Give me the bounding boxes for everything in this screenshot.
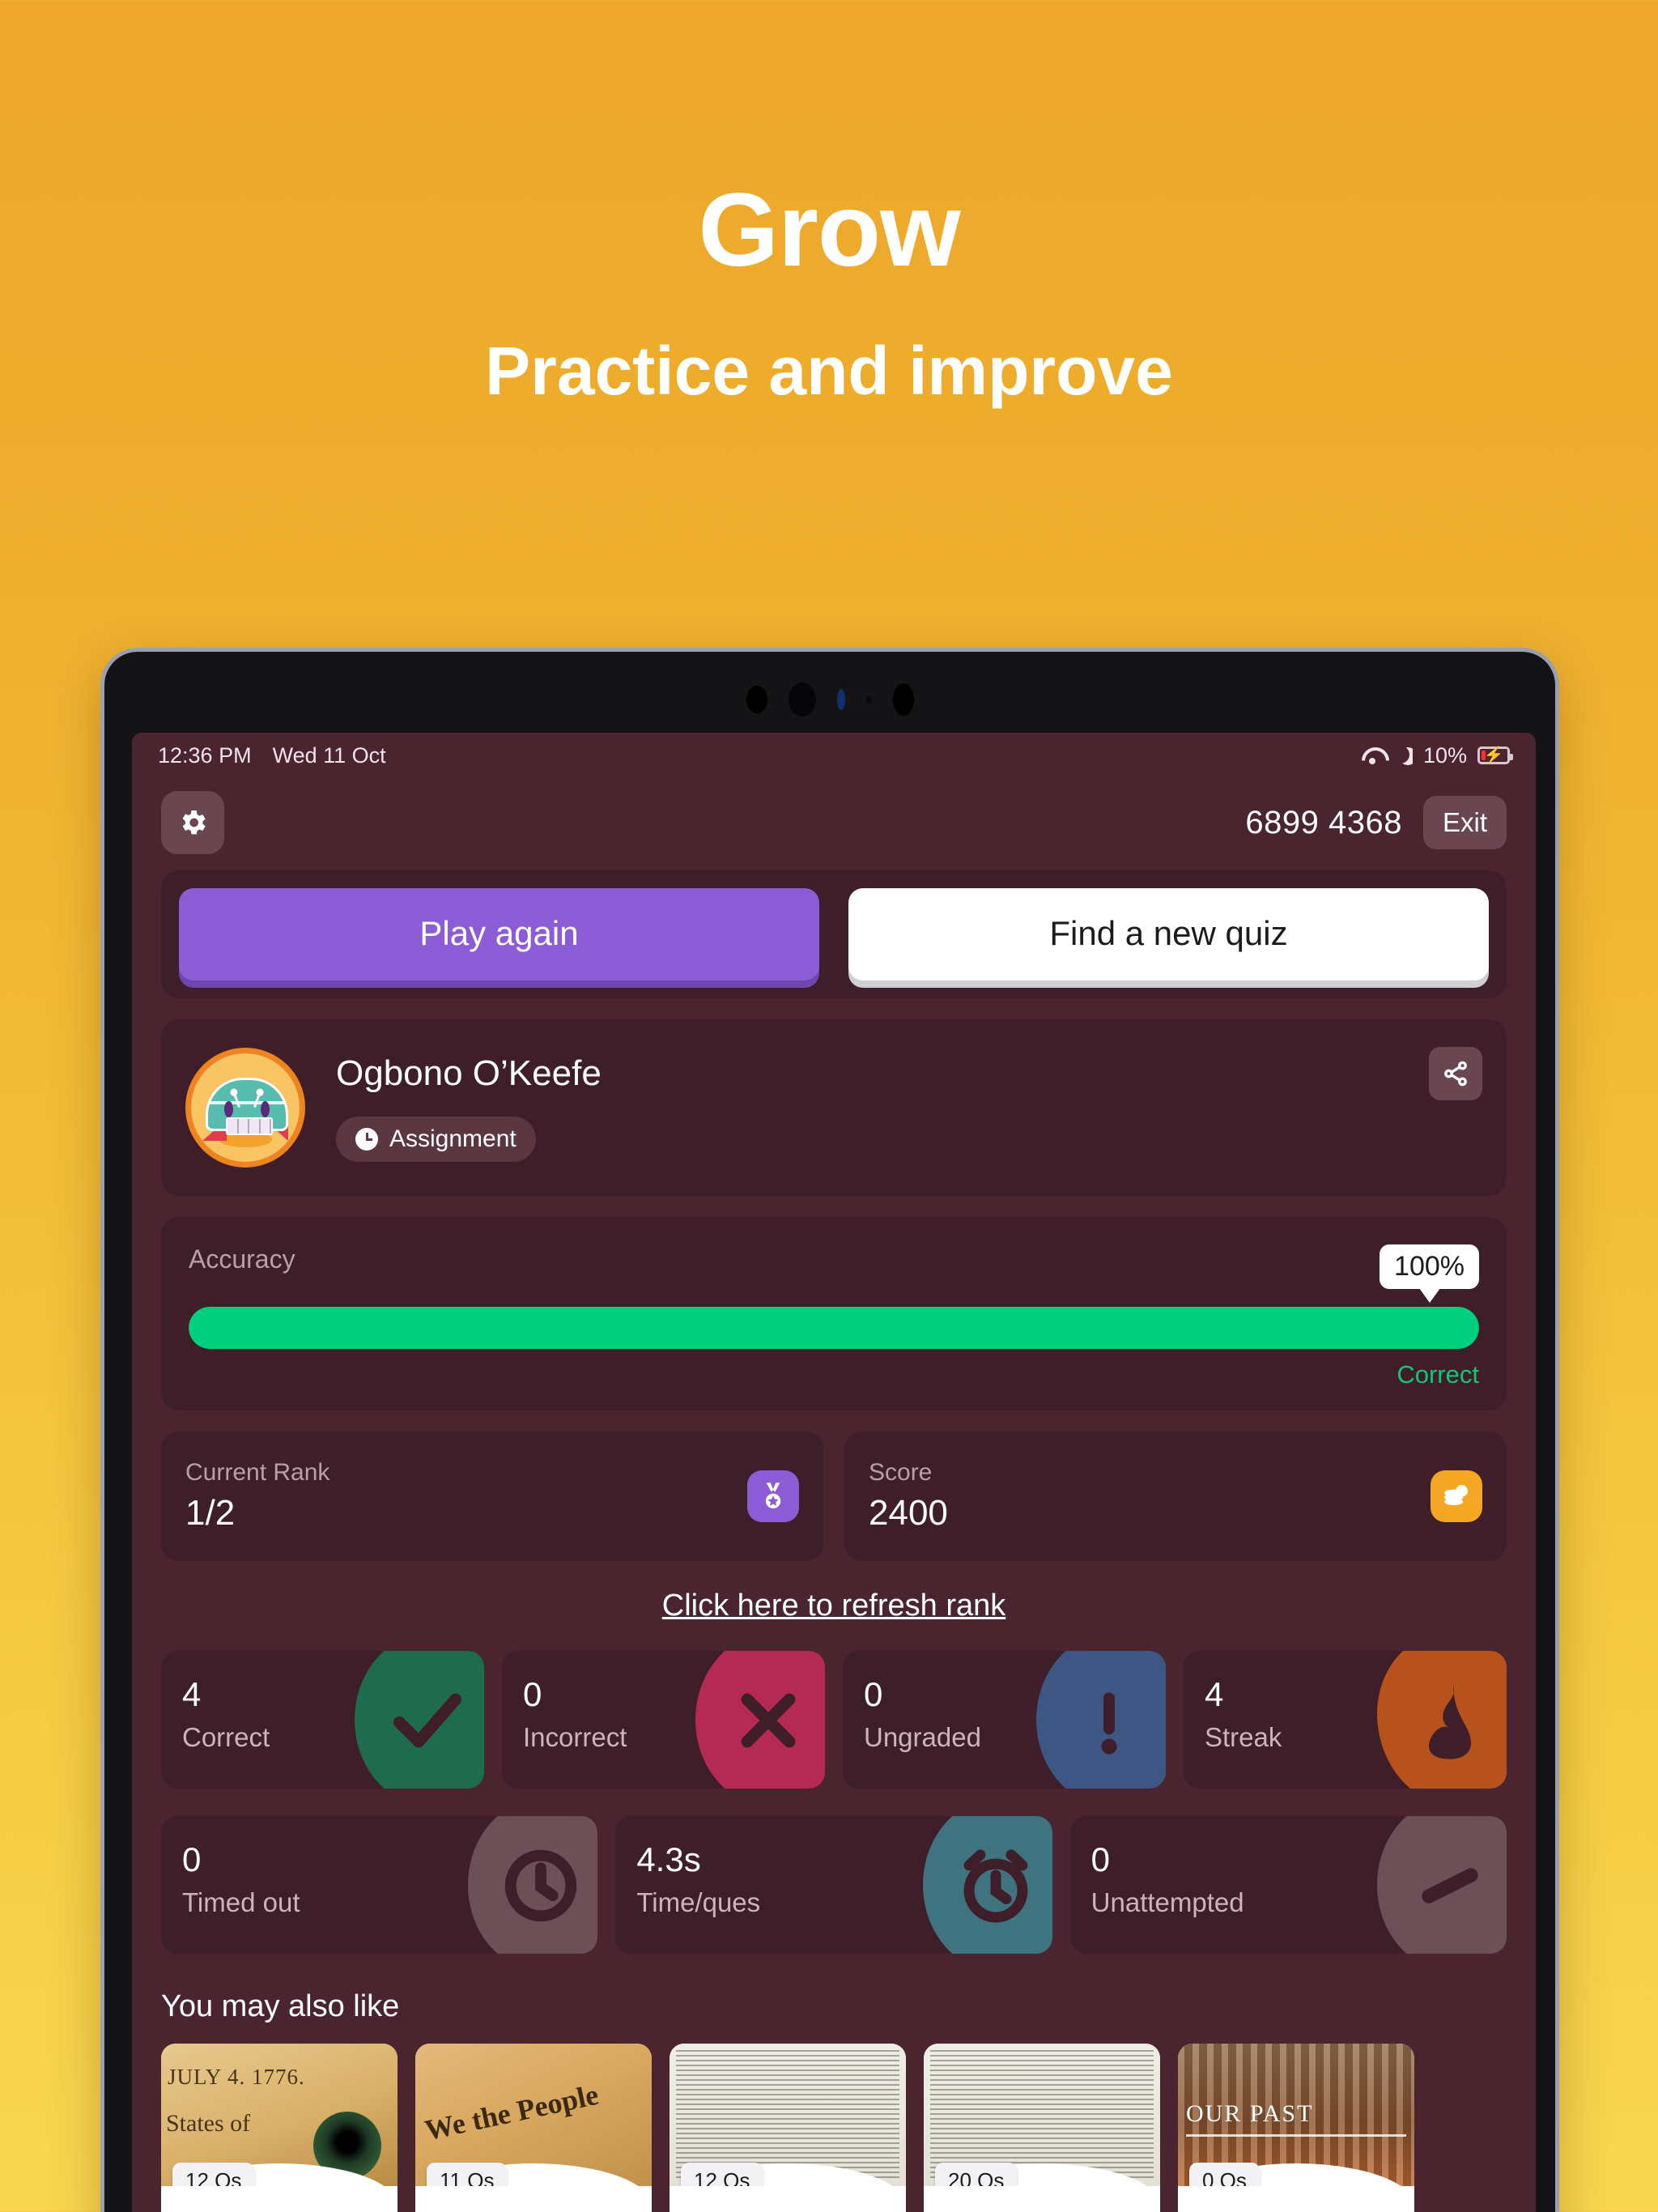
stat-label: Correct: [182, 1722, 270, 1752]
quiz-recommendation-card[interactable]: 12 QsDeclaration of: [670, 2044, 906, 2212]
accuracy-progress-track: [189, 1307, 1479, 1349]
quiz-thumbnail: OUR PAST 0 Qs: [1178, 2044, 1414, 2186]
stat-label: Incorrect: [523, 1722, 627, 1752]
quiz-thumbnail: 20 Qs: [924, 2044, 1160, 2186]
stat-card-unattempted: 0 Unattempted: [1069, 1816, 1507, 1954]
score-label: Score: [869, 1459, 933, 1486]
stat-value: 0: [864, 1675, 883, 1713]
accuracy-label: Accuracy: [189, 1244, 295, 1274]
volume-down-button[interactable]: [1555, 1002, 1559, 1131]
settings-button[interactable]: [161, 791, 224, 854]
stat-value: 4.3s: [636, 1840, 701, 1878]
quiz-recommendation-card[interactable]: 11 QsDeclaration of: [415, 2044, 652, 2212]
assignment-badge: Assignment: [336, 1117, 536, 1162]
stat-card-timed-out: 0 Timed out: [161, 1816, 598, 1954]
quiz-recommendation-card[interactable]: 20 QsDeclaration of: [924, 2044, 1160, 2212]
tablet-device-frame: 12:36 PM Wed 11 Oct 10% ⚡ 6899 4368 Exit…: [100, 648, 1559, 2212]
question-count-badge: 12 Qs: [681, 2163, 763, 2186]
question-count-badge: 20 Qs: [935, 2163, 1018, 2186]
quiz-card-title: Ruling The: [1178, 2186, 1414, 2212]
cta-panel: Play again Find a new quiz: [161, 870, 1507, 998]
stat-label: Unattempted: [1090, 1887, 1244, 1917]
stats-row-secondary: 0 Timed out 4.3s Time/ques 0 Unattempted: [161, 1816, 1507, 1954]
accuracy-value-bubble: 100%: [1380, 1244, 1479, 1289]
quiz-card-title: Declaration of: [670, 2186, 906, 2212]
assignment-badge-label: Assignment: [389, 1125, 517, 1152]
power-button[interactable]: [1340, 648, 1418, 652]
share-button[interactable]: [1429, 1047, 1482, 1100]
current-rank-card: Current Rank 1/2: [161, 1431, 823, 1561]
status-bar-date: Wed 11 Oct: [272, 742, 386, 768]
app-content: Play again Find a new quiz Ogbono O’Keef…: [132, 859, 1536, 2212]
question-count-badge: 12 Qs: [172, 2163, 255, 2186]
battery-charging-icon: ⚡: [1477, 747, 1513, 764]
quiz-thumbnail: 12 Qs: [161, 2044, 397, 2186]
question-count-badge: 11 Qs: [427, 2163, 508, 2186]
stat-card-incorrect: 0 Incorrect: [502, 1651, 825, 1789]
question-count-badge: 0 Qs: [1189, 2163, 1260, 2186]
stat-label: Timed out: [182, 1887, 300, 1917]
quiz-recommendation-card[interactable]: OUR PAST0 QsRuling The: [1178, 2044, 1414, 2212]
play-again-button[interactable]: Play again: [179, 888, 819, 981]
exit-button[interactable]: Exit: [1422, 796, 1507, 849]
app-screen: 12:36 PM Wed 11 Oct 10% ⚡ 6899 4368 Exit…: [132, 733, 1536, 2212]
accuracy-footer-label: Correct: [1397, 1360, 1479, 1389]
stats-row-primary: 4 Correct 0 Incorrect 0 Ungraded 4 Streak: [161, 1651, 1507, 1789]
recommendations-row: 12 QsDeclaration of11 QsDeclaration of12…: [161, 2044, 1507, 2212]
stat-card-ungraded: 0 Ungraded: [843, 1651, 1166, 1789]
camera-cluster: [104, 683, 1555, 717]
stat-value: 0: [523, 1675, 542, 1713]
current-rank-label: Current Rank: [185, 1459, 330, 1486]
accuracy-panel: Accuracy 100% Correct: [161, 1217, 1507, 1410]
battery-percent-label: 10%: [1422, 742, 1467, 768]
medal-icon: [747, 1470, 799, 1522]
stat-value: 0: [182, 1840, 202, 1878]
volume-up-button[interactable]: [1555, 840, 1559, 968]
quiz-thumbnail: 12 Qs: [670, 2044, 906, 2186]
avatar: [185, 1048, 305, 1168]
stat-label: Time/ques: [636, 1887, 761, 1917]
promo-subtitle: Practice and improve: [485, 333, 1173, 410]
coins-icon: [1431, 1470, 1482, 1522]
quiz-title: Ogbono O’Keefe: [336, 1053, 602, 1093]
clock-icon: [355, 1128, 378, 1151]
stat-card-streak: 4 Streak: [1184, 1651, 1507, 1789]
stat-card-time-ques: 4.3s Time/ques: [615, 1816, 1052, 1954]
sensor-icon: [836, 689, 845, 710]
rank-score-row: Current Rank 1/2 Score 2400: [161, 1431, 1507, 1561]
promo-header: Grow Practice and improve: [0, 0, 1658, 410]
quiz-card-title: Declaration of: [924, 2186, 1160, 2212]
join-code: 6899 4368: [1245, 804, 1402, 840]
stat-value: 0: [1090, 1840, 1111, 1878]
accuracy-progress-fill: [189, 1307, 1479, 1349]
quiz-summary-panel: Ogbono O’Keefe Assignment: [161, 1019, 1507, 1196]
score-value: 2400: [869, 1493, 948, 1533]
camera-lens-icon: [788, 683, 816, 717]
quiz-card-title: Declaration of: [415, 2186, 652, 2212]
moon-icon: [1395, 746, 1413, 765]
quiz-thumbnail: 11 Qs: [415, 2044, 652, 2186]
stat-label: Streak: [1205, 1722, 1282, 1752]
camera-lens-icon: [746, 686, 767, 713]
quiz-recommendation-card[interactable]: 12 QsDeclaration of: [161, 2044, 397, 2212]
quiz-card-title: Declaration of: [161, 2186, 397, 2212]
score-card: Score 2400: [844, 1431, 1507, 1561]
sensor-icon: [865, 696, 872, 704]
stat-label: Ungraded: [864, 1722, 981, 1752]
recommendations-title: You may also like: [161, 1989, 400, 2023]
current-rank-value: 1/2: [185, 1493, 236, 1533]
find-new-quiz-button[interactable]: Find a new quiz: [848, 888, 1489, 981]
status-bar-time: 12:36 PM: [158, 742, 252, 768]
app-top-bar: 6899 4368 Exit: [132, 778, 1536, 859]
stat-card-correct: 4 Correct: [161, 1651, 484, 1789]
camera-lens-icon: [892, 683, 914, 716]
stat-value: 4: [182, 1675, 202, 1713]
gear-icon: [182, 810, 206, 835]
status-bar: 12:36 PM Wed 11 Oct 10% ⚡: [132, 733, 1536, 778]
promo-title: Grow: [698, 172, 960, 288]
refresh-rank-link[interactable]: Click here to refresh rank: [161, 1589, 1507, 1623]
wifi-icon: [1360, 747, 1384, 764]
stat-value: 4: [1205, 1675, 1224, 1713]
share-icon: [1444, 1061, 1467, 1087]
